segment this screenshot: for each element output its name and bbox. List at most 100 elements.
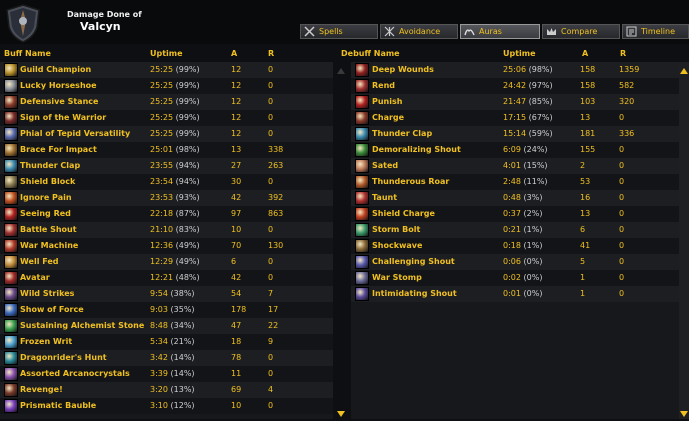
uptime-duration: 0:48: [503, 193, 521, 202]
table-row[interactable]: Avatar 12:21 (48%) 42 0: [0, 270, 333, 286]
tab-avoidance-label: Avoidance: [399, 27, 441, 36]
aura-name: Well Fed: [20, 257, 59, 266]
table-row[interactable]: Storm Bolt 0:21 (1%) 6 0: [351, 222, 689, 238]
table-row[interactable]: Shield Block 23:54 (94%) 30 0: [0, 174, 333, 190]
tab-compare[interactable]: Compare: [542, 24, 620, 39]
scroll-down-arrow-icon[interactable]: [680, 411, 688, 417]
table-row[interactable]: Punish 21:47 (85%) 103 320: [351, 94, 689, 110]
table-row[interactable]: War Machine 12:36 (49%) 70 130: [0, 238, 333, 254]
aura-refreshes: 0: [619, 145, 625, 154]
table-row[interactable]: Well Fed 12:29 (49%) 6 0: [0, 254, 333, 270]
table-row[interactable]: Thunder Clap 23:55 (94%) 27 263: [0, 158, 333, 174]
scroll-up-arrow-icon[interactable]: [337, 68, 345, 74]
tab-timeline[interactable]: Timeline: [622, 24, 689, 39]
buff-uptime-header[interactable]: Uptime: [150, 49, 183, 58]
aura-refreshes: 263: [268, 161, 284, 170]
aura-uptime: 23:53 (93%): [150, 190, 200, 206]
aura-uptime: 0:18 (1%): [503, 238, 542, 254]
debuff-name-header[interactable]: Debuff Name: [341, 49, 400, 58]
debuff-scrollbar[interactable]: [679, 62, 689, 419]
table-row[interactable]: Shockwave 0:18 (1%) 41 0: [351, 238, 689, 254]
table-row[interactable]: Brace For Impact 25:01 (98%) 13 338: [0, 142, 333, 158]
table-row[interactable]: Prismatic Bauble 3:10 (12%) 10 0: [0, 398, 333, 414]
table-row[interactable]: Assorted Arcanocrystals 3:39 (14%) 11 0: [0, 366, 333, 382]
arcanocrystals-icon: [4, 367, 18, 381]
table-row[interactable]: Sustaining Alchemist Stone 8:48 (34%) 47 22: [0, 318, 333, 334]
aura-refreshes: 17: [268, 305, 279, 314]
uptime-percent: (98%): [175, 145, 200, 154]
crown-icon: [547, 28, 556, 35]
tab-spells[interactable]: Spells: [300, 24, 378, 39]
table-row[interactable]: Wild Strikes 9:54 (38%) 54 7: [0, 286, 333, 302]
buff-name-header[interactable]: Buff Name: [4, 49, 51, 58]
aura-applications: 42: [231, 273, 242, 282]
table-row[interactable]: Demoralizing Shout 6:09 (24%) 155 0: [351, 142, 689, 158]
taunt-icon: [355, 191, 369, 205]
uptime-duration: 17:15: [503, 113, 527, 122]
uptime-percent: (0%): [523, 273, 543, 282]
aura-refreshes: 0: [268, 225, 274, 234]
uptime-percent: (34%): [170, 321, 195, 330]
aura-applications: 12: [231, 97, 242, 106]
table-row[interactable]: Deep Wounds 25:06 (98%) 158 1359: [351, 62, 689, 78]
aura-uptime: 25:25 (99%): [150, 78, 200, 94]
uptime-percent: (99%): [175, 97, 200, 106]
aura-applications: 158: [580, 65, 596, 74]
ignore-pain-icon: [4, 191, 18, 205]
aura-applications: 16: [580, 193, 591, 202]
table-row[interactable]: Defensive Stance 25:25 (99%) 12 0: [0, 94, 333, 110]
table-row[interactable]: Dragonrider's Hunt 3:42 (14%) 78 0: [0, 350, 333, 366]
battle-shout-icon: [4, 223, 18, 237]
table-row[interactable]: Ignore Pain 23:53 (93%) 42 392: [0, 190, 333, 206]
aura-name: Shockwave: [372, 241, 423, 250]
uptime-duration: 23:55: [150, 161, 174, 170]
table-row[interactable]: Charge 17:15 (67%) 13 0: [351, 110, 689, 126]
table-row[interactable]: Battle Shout 21:10 (83%) 10 0: [0, 222, 333, 238]
debuff-uptime-header[interactable]: Uptime: [503, 49, 536, 58]
aura-applications: 1: [580, 273, 586, 282]
uptime-duration: 3:42: [150, 353, 168, 362]
scroll-up-arrow-icon[interactable]: [680, 68, 688, 74]
aura-applications: 18: [231, 337, 242, 346]
aura-refreshes: 0: [619, 193, 625, 202]
uptime-duration: 0:02: [503, 273, 521, 282]
table-row[interactable]: Intimidating Shout 0:01 (0%) 1 0: [351, 286, 689, 302]
table-row[interactable]: Rend 24:42 (97%) 158 582: [351, 78, 689, 94]
aura-name: Battle Shout: [20, 225, 77, 234]
table-row[interactable]: Frozen Writ 5:34 (21%) 18 9: [0, 334, 333, 350]
aura-name: Shield Charge: [372, 209, 435, 218]
buff-refreshes-header[interactable]: R: [268, 49, 274, 58]
aura-name: Sustaining Alchemist Stone: [20, 321, 145, 330]
table-row[interactable]: Revenge! 3:20 (13%) 69 4: [0, 382, 333, 398]
buff-scrollbar[interactable]: [336, 62, 346, 419]
table-row[interactable]: War Stomp 0:02 (0%) 1 0: [351, 270, 689, 286]
table-row[interactable]: Seeing Red 22:18 (87%) 97 863: [0, 206, 333, 222]
table-row[interactable]: Thunder Clap 15:14 (59%) 181 336: [351, 126, 689, 142]
uptime-duration: 12:29: [150, 257, 174, 266]
aura-uptime: 0:21 (1%): [503, 222, 542, 238]
table-row[interactable]: Sated 4:01 (15%) 2 0: [351, 158, 689, 174]
table-row[interactable]: Sign of the Warrior 25:25 (99%) 12 0: [0, 110, 333, 126]
dragonrider-icon: [4, 351, 18, 365]
storm-bolt-icon: [355, 223, 369, 237]
uptime-percent: (48%): [175, 273, 200, 282]
scroll-down-arrow-icon[interactable]: [337, 411, 345, 417]
table-row[interactable]: Show of Force 9:03 (35%) 178 17: [0, 302, 333, 318]
wild-strikes-icon: [4, 287, 18, 301]
aura-name: Seeing Red: [20, 209, 71, 218]
table-row[interactable]: Phial of Tepid Versatility 25:25 (99%) 12 0: [0, 126, 333, 142]
table-row[interactable]: Lucky Horseshoe 25:25 (99%) 12 0: [0, 78, 333, 94]
table-row[interactable]: Taunt 0:48 (3%) 16 0: [351, 190, 689, 206]
aura-name: Assorted Arcanocrystals: [20, 369, 130, 378]
debuff-refreshes-header[interactable]: R: [620, 49, 626, 58]
debuff-applications-header[interactable]: A: [582, 49, 588, 58]
table-row[interactable]: Shield Charge 0:37 (2%) 13 0: [351, 206, 689, 222]
buff-applications-header[interactable]: A: [231, 49, 237, 58]
tab-avoidance[interactable]: Avoidance: [380, 24, 458, 39]
table-row[interactable]: Challenging Shout 0:06 (0%) 5 0: [351, 254, 689, 270]
tab-auras[interactable]: Auras: [460, 24, 540, 39]
table-row[interactable]: Thunderous Roar 2:48 (11%) 53 0: [351, 174, 689, 190]
rend-icon: [355, 79, 369, 93]
aura-applications: 54: [231, 289, 242, 298]
table-row[interactable]: Guild Champion 25:25 (99%) 12 0: [0, 62, 333, 78]
